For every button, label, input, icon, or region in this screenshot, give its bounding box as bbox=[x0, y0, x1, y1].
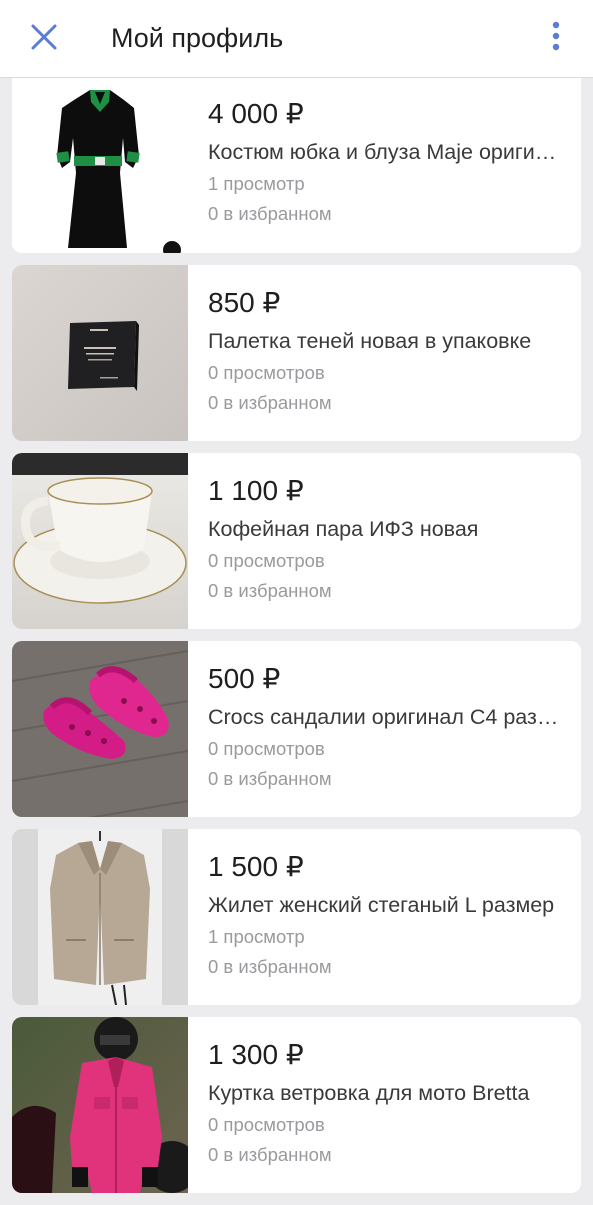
listing-favorites: 0 в избранном bbox=[208, 1144, 332, 1165]
listing-card[interactable]: 1 300 ₽ Куртка ветровка для мото Bretta … bbox=[12, 1017, 581, 1193]
listing-favorites: 0 в избранном bbox=[208, 203, 332, 224]
listing-favorites: 0 в избранном bbox=[208, 392, 332, 413]
listing-price: 850 ₽ bbox=[208, 287, 281, 318]
listing-views: 0 просмотров bbox=[208, 1114, 325, 1135]
listing-card[interactable]: 4 000 ₽ Костюм юбка и блуза Maje оригина… bbox=[12, 78, 581, 253]
coffee-cup-saucer-image bbox=[12, 453, 188, 629]
listing-title: Куртка ветровка для мото Bretta bbox=[208, 1081, 530, 1105]
pink-moto-jacket-image bbox=[12, 1017, 188, 1193]
listings-list: 4 000 ₽ Костюм юбка и блуза Maje оригина… bbox=[12, 78, 581, 1205]
listing-thumbnail bbox=[12, 453, 188, 629]
listing-views: 0 просмотров bbox=[208, 738, 325, 759]
more-options-button[interactable] bbox=[538, 14, 574, 58]
listing-favorites: 0 в избранном bbox=[208, 580, 332, 601]
listing-title: Палетка теней новая в упаковке bbox=[208, 329, 532, 353]
listing-thumbnail bbox=[12, 829, 188, 1005]
listing-title: Crocs сандалии оригинал C4 размер bbox=[208, 705, 559, 729]
listing-title: Жилет женский стеганый L размер bbox=[208, 893, 555, 917]
listing-views: 0 просмотров bbox=[208, 550, 325, 571]
close-icon bbox=[31, 24, 57, 50]
listing-title: Кофейная пара ИФЗ новая bbox=[208, 517, 479, 541]
listing-thumbnail bbox=[12, 1017, 188, 1193]
listing-card[interactable]: 850 ₽ Палетка теней новая в упаковке 0 п… bbox=[12, 265, 581, 441]
listing-card[interactable]: 1 100 ₽ Кофейная пара ИФЗ новая 0 просмо… bbox=[12, 453, 581, 629]
listing-thumbnail bbox=[12, 265, 188, 441]
eyeshadow-palette-image bbox=[12, 265, 188, 441]
listing-price: 1 500 ₽ bbox=[208, 851, 304, 882]
listing-favorites: 0 в избранном bbox=[208, 768, 332, 789]
listing-price: 1 100 ₽ bbox=[208, 475, 304, 506]
listing-thumbnail bbox=[12, 78, 188, 253]
black-green-dress-image bbox=[12, 78, 188, 253]
listing-price: 4 000 ₽ bbox=[208, 98, 304, 129]
top-app-bar: Мой профиль bbox=[0, 0, 593, 78]
listing-title: Костюм юбка и блуза Maje оригинал bbox=[208, 140, 559, 164]
listing-card[interactable]: 1 500 ₽ Жилет женский стеганый L размер … bbox=[12, 829, 581, 1005]
listing-views: 0 просмотров bbox=[208, 362, 325, 383]
page-title: Мой профиль bbox=[111, 23, 284, 53]
listing-views: 1 просмотр bbox=[208, 173, 305, 194]
listing-views: 1 просмотр bbox=[208, 926, 305, 947]
listing-favorites: 0 в избранном bbox=[208, 956, 332, 977]
more-vertical-icon bbox=[552, 21, 560, 51]
pink-crocs-image bbox=[12, 641, 188, 817]
beige-vest-image bbox=[12, 829, 188, 1005]
listing-price: 1 300 ₽ bbox=[208, 1039, 304, 1070]
close-button[interactable] bbox=[22, 17, 66, 57]
listing-price: 500 ₽ bbox=[208, 663, 281, 694]
listing-card[interactable]: 500 ₽ Crocs сандалии оригинал C4 размер … bbox=[12, 641, 581, 817]
listing-thumbnail bbox=[12, 641, 188, 817]
